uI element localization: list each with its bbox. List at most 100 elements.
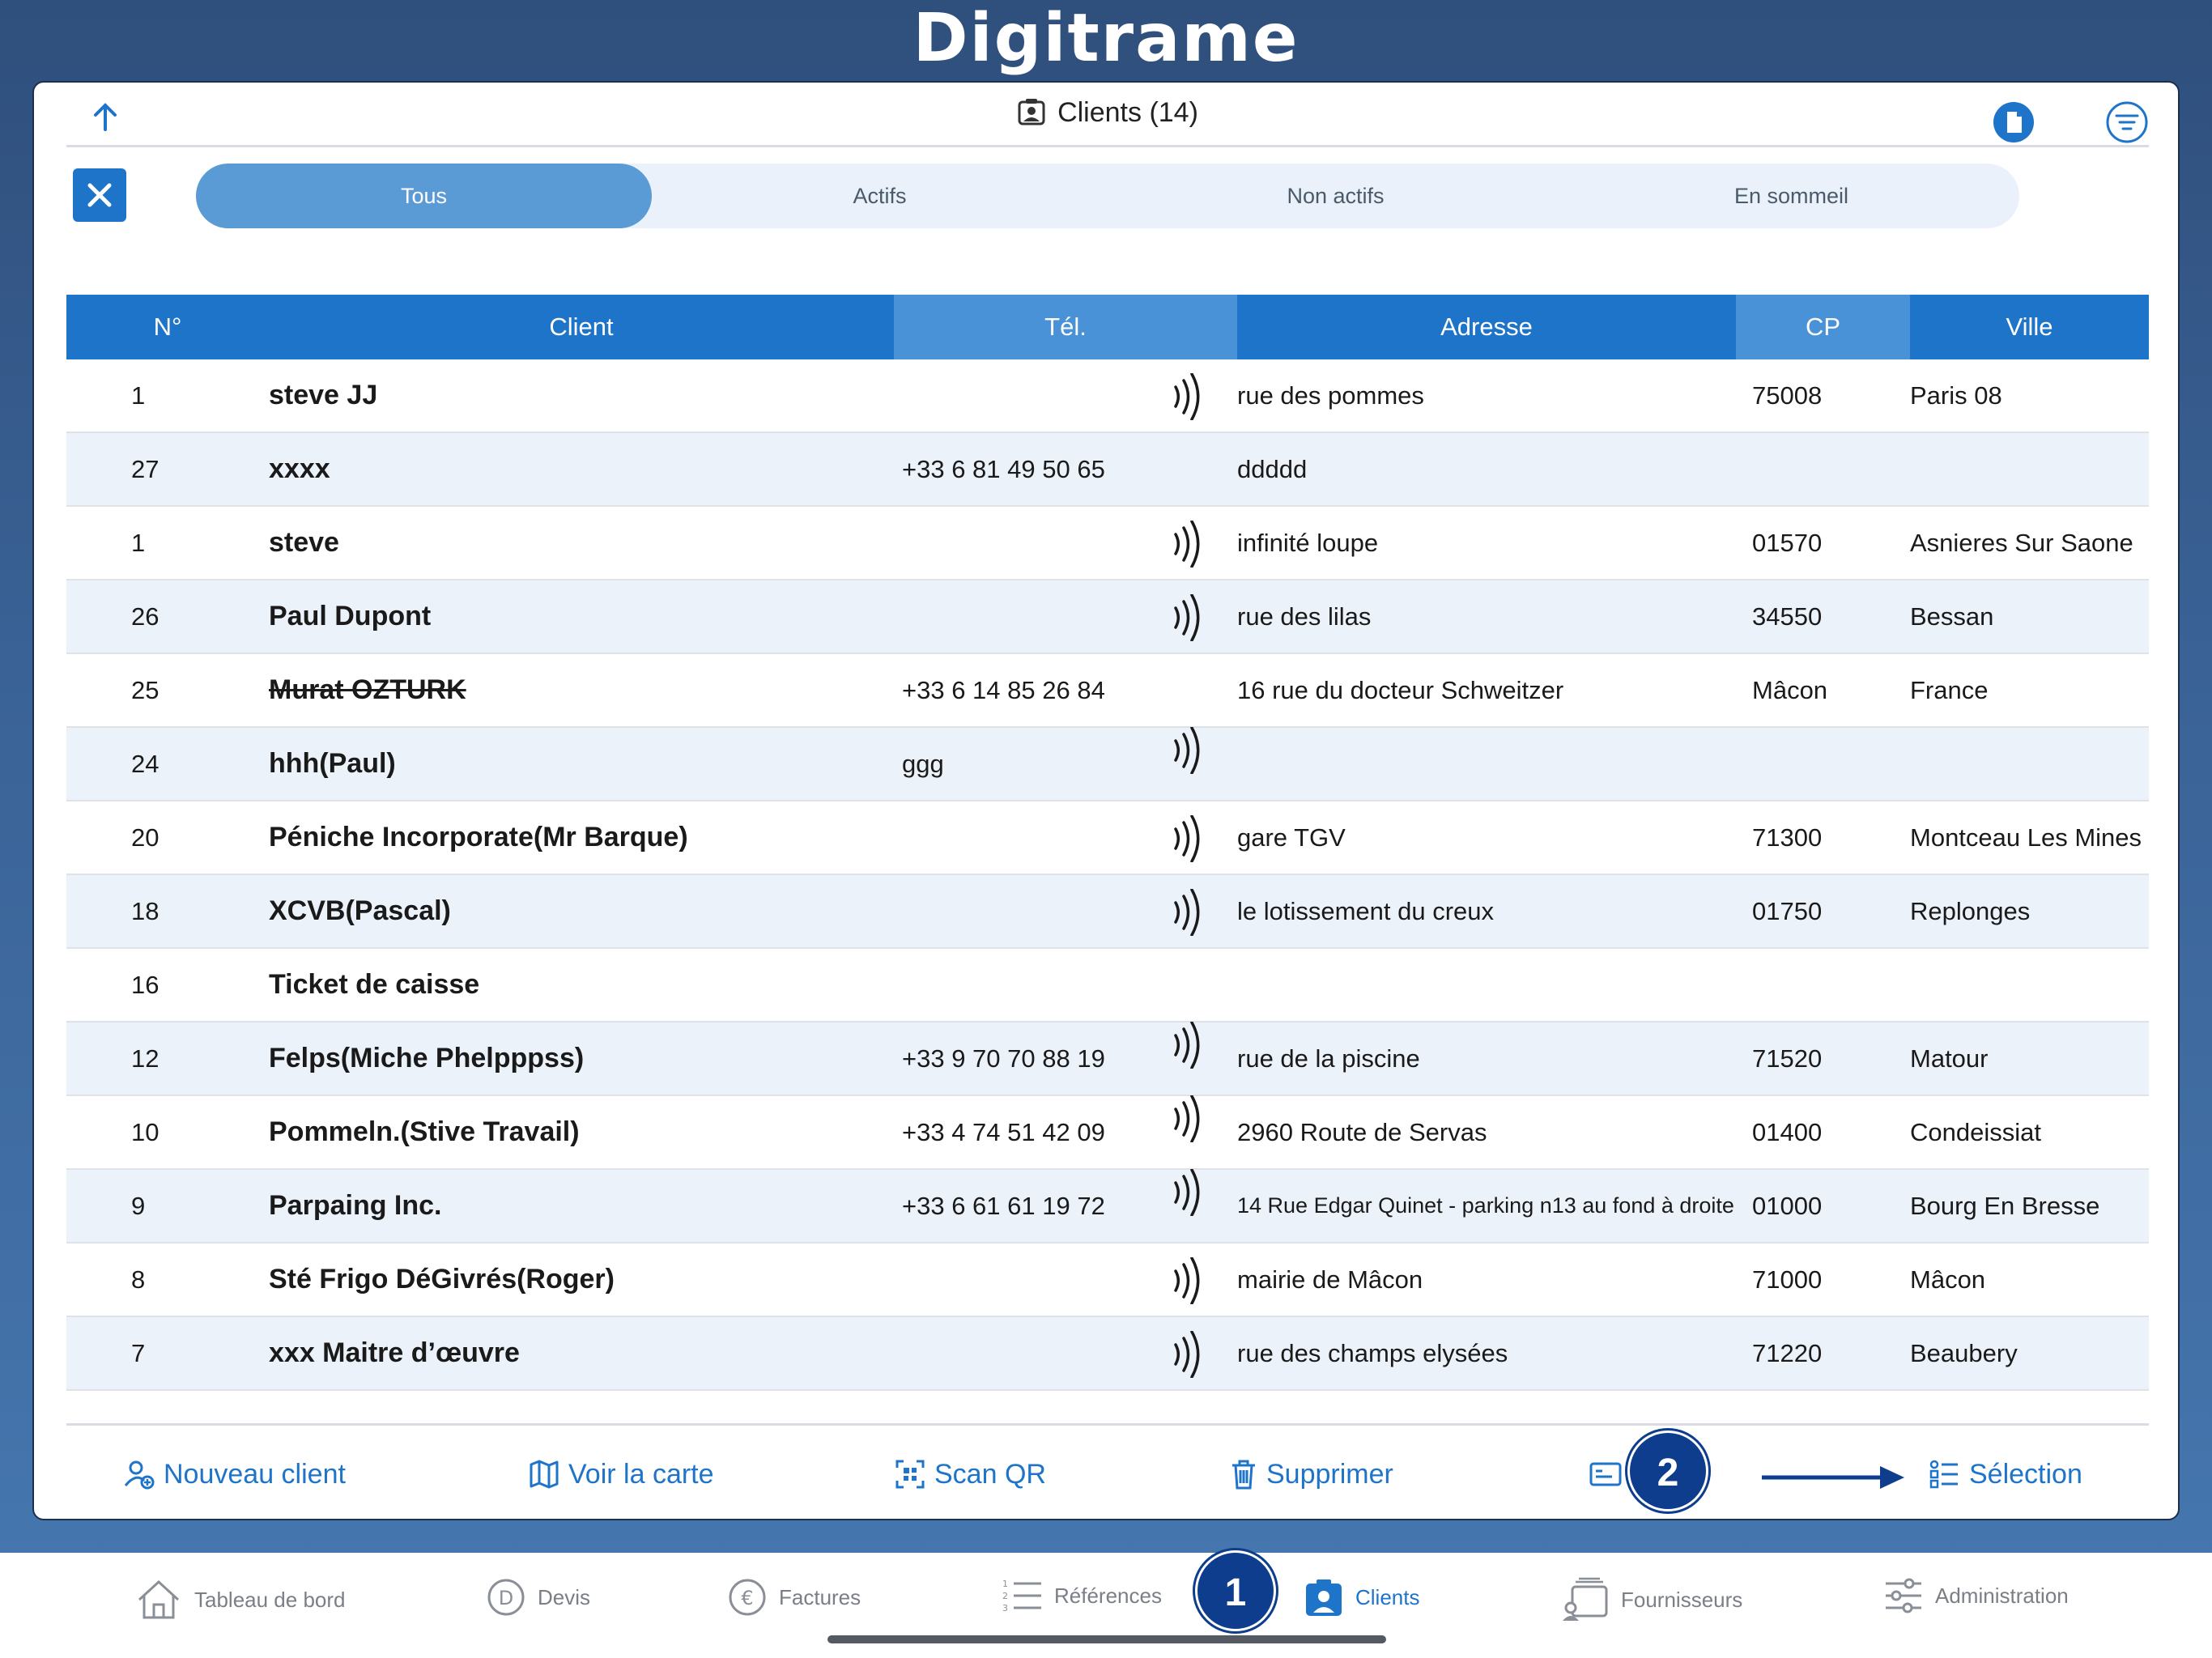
table-header: N° Client Tél. Adresse CP Ville: [66, 295, 2149, 359]
table-row[interactable]: 10 Pommeln.(Stive Travail) +33 4 74 51 42 …: [66, 1095, 2149, 1170]
cell-no: 8: [131, 1265, 146, 1294]
tab-tableau-de-bord[interactable]: Tableau de bord: [134, 1577, 345, 1622]
cell-cp: 71220: [1752, 1338, 1823, 1367]
scan-qr-button[interactable]: Scan QR: [894, 1458, 1046, 1490]
close-button[interactable]: [73, 168, 126, 222]
col-adresse[interactable]: Adresse: [1237, 295, 1736, 359]
cell-ville: Montceau Les Mines: [1910, 823, 2142, 852]
cell-cp: 71520: [1752, 1044, 1823, 1073]
cell-client: steve JJ: [269, 380, 378, 410]
col-client[interactable]: Client: [269, 295, 894, 359]
tab-devis[interactable]: D Devis: [486, 1577, 590, 1618]
selection-button[interactable]: Sélection: [1929, 1458, 2082, 1490]
supplier-icon: [1563, 1577, 1608, 1621]
filter-en-sommeil[interactable]: En sommeil: [1563, 164, 2019, 228]
home-indicator[interactable]: [827, 1635, 1386, 1643]
tab-tableau-label: Tableau de bord: [194, 1587, 346, 1612]
map-button[interactable]: Voir la carte: [528, 1458, 714, 1490]
col-no[interactable]: N°: [66, 295, 269, 359]
home-icon: [138, 1579, 180, 1619]
new-client-button[interactable]: Nouveau client: [123, 1458, 346, 1490]
filter-actifs[interactable]: Actifs: [652, 164, 1108, 228]
contactless-icon[interactable]: [1169, 1256, 1210, 1304]
cell-no: 20: [131, 823, 160, 852]
contactless-icon[interactable]: [1169, 372, 1210, 420]
cell-adresse: 2960 Route de Servas: [1237, 1117, 1487, 1146]
cell-adresse: gare TGV: [1237, 823, 1346, 852]
tab-administration[interactable]: Administration: [1883, 1577, 2069, 1614]
col-ville[interactable]: Ville: [1910, 295, 2149, 359]
filter-non-actifs[interactable]: Non actifs: [1108, 164, 1563, 228]
delete-button[interactable]: Supprimer: [1229, 1458, 1393, 1490]
cell-cp: 71300: [1752, 823, 1823, 852]
table-row[interactable]: 8 Sté Frigo DéGivrés(Roger) mairie de Mâco…: [66, 1244, 2149, 1317]
cell-adresse: mairie de Mâcon: [1237, 1265, 1423, 1294]
cell-no: 10: [131, 1117, 160, 1146]
table-row[interactable]: 1 steve JJ rue des pommes 75008 Paris 08: [66, 359, 2149, 433]
contactless-icon[interactable]: [1169, 1095, 1210, 1142]
contactless-icon[interactable]: [1169, 1168, 1210, 1216]
filter-list-icon[interactable]: [2105, 100, 2149, 144]
contactless-icon[interactable]: [1169, 520, 1210, 568]
filter-tous[interactable]: Tous: [196, 164, 652, 228]
cell-no: 12: [131, 1044, 160, 1073]
cell-no: 7: [131, 1338, 146, 1367]
step-badge-1: 1: [1195, 1550, 1276, 1631]
tab-clients[interactable]: Clients: [1304, 1577, 1419, 1618]
cell-ville: Beaubery: [1910, 1338, 2018, 1367]
cell-cp: Mâcon: [1752, 675, 1828, 704]
cell-ville: Bourg En Bresse: [1910, 1191, 2100, 1220]
cell-client: XCVB(Pascal): [269, 895, 451, 926]
cell-ville: Matour: [1910, 1044, 1989, 1073]
cell-ville: Paris 08: [1910, 380, 2002, 410]
col-cp[interactable]: CP: [1736, 295, 1910, 359]
cell-adresse: 16 rue du docteur Schweitzer: [1237, 675, 1564, 704]
status-filter: Tous Actifs Non actifs En sommeil: [196, 164, 2019, 228]
contactless-icon[interactable]: [1169, 888, 1210, 936]
cell-adresse: rue des pommes: [1237, 380, 1424, 410]
card-icon: [1589, 1462, 1622, 1486]
contactless-icon[interactable]: [1169, 593, 1210, 641]
tab-factures[interactable]: € Factures: [727, 1577, 861, 1618]
cell-tel-text: +33 4 74 51 42 09: [902, 1117, 1105, 1146]
cell-adresse: ddddd: [1237, 454, 1308, 483]
cell-tel: +33 6 14 85 26 84: [894, 676, 1237, 705]
table-row[interactable]: 9 Parpaing Inc. +33 6 61 61 19 72 14 Rue Ed…: [66, 1168, 2149, 1244]
table-row[interactable]: 7 xxx Maitre d’œuvre rue des champs elysée…: [66, 1317, 2149, 1391]
cell-tel: +33 6 61 61 19 72: [894, 1168, 1237, 1221]
table-row[interactable]: 18 XCVB(Pascal) le lotissement du creux 017…: [66, 875, 2149, 949]
contactless-icon[interactable]: [1169, 1330, 1210, 1378]
document-icon[interactable]: [1992, 100, 2035, 144]
delete-label: Supprimer: [1266, 1458, 1393, 1490]
clients-panel: Clients (14) Tous Actifs Non actifs En s…: [32, 81, 2180, 1520]
cell-cp: 01400: [1752, 1117, 1823, 1146]
col-tel[interactable]: Tél.: [894, 295, 1237, 359]
action-bar: Nouveau client Voir la carte Scan QR Sup…: [66, 1423, 2149, 1519]
sliders-icon: [1886, 1578, 1921, 1613]
table-row[interactable]: 25 Murat OZTURK +33 6 14 85 26 84 16 rue du…: [66, 654, 2149, 728]
table-row[interactable]: 20 Péniche Incorporate(Mr Barque) gare TGV…: [66, 801, 2149, 875]
cell-ville: Bessan: [1910, 602, 1994, 631]
scan-qr-label: Scan QR: [934, 1458, 1046, 1490]
contactless-icon[interactable]: [1169, 726, 1210, 774]
page-title: Clients (14): [1057, 97, 1198, 128]
cell-tel: +33 9 70 70 88 19: [894, 1021, 1237, 1073]
cell-client: Ticket de caisse: [269, 969, 480, 1000]
trash-icon: [1232, 1460, 1255, 1490]
cell-cp: 34550: [1752, 602, 1823, 631]
cell-cp: 01750: [1752, 896, 1823, 925]
tab-references[interactable]: 1 2 3 Références: [1001, 1577, 1162, 1614]
panel-header: Clients (14): [66, 83, 2149, 147]
cell-client: Péniche Incorporate(Mr Barque): [269, 822, 688, 852]
table-row[interactable]: 27 xxxx +33 6 81 49 50 65 ddddd: [66, 433, 2149, 507]
contactless-icon[interactable]: [1169, 814, 1210, 862]
contactless-icon[interactable]: [1169, 1021, 1210, 1069]
table-row[interactable]: 12 Felps(Miche Phelpppss) +33 9 70 70 88 1…: [66, 1021, 2149, 1096]
table-row[interactable]: 24 hhh(Paul) ggg: [66, 726, 2149, 801]
table-row[interactable]: 26 Paul Dupont rue des lilas 34550 Bessan: [66, 580, 2149, 654]
table-row[interactable]: 16 Ticket de caisse: [66, 949, 2149, 1022]
table-row[interactable]: 1 steve infinité loupe 01570 Asnieres Sur Sa…: [66, 507, 2149, 580]
step-badge-2: 2: [1627, 1431, 1708, 1511]
tab-fournisseurs[interactable]: Fournisseurs: [1561, 1577, 1742, 1622]
checklist-icon: [1929, 1460, 1958, 1489]
